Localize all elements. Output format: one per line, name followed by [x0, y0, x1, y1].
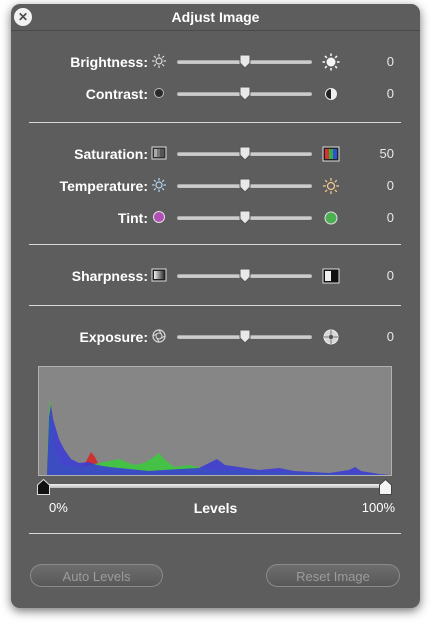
brightness-row: Brightness: 0	[11, 51, 420, 73]
title-bar: ✕ Adjust Image	[11, 4, 420, 31]
exposure-value: 0	[386, 329, 394, 344]
soft-square-icon	[151, 268, 167, 282]
auto-levels-button[interactable]: Auto Levels	[30, 564, 163, 587]
contrast-row: Contrast: 0	[11, 83, 420, 105]
exposure-label: Exposure:	[79, 329, 148, 345]
aperture-closed-icon	[323, 329, 339, 345]
green-circle-icon	[324, 211, 338, 225]
sun-large-icon	[322, 53, 340, 71]
exposure-slider-thumb[interactable]	[239, 329, 251, 344]
tint-row: Tint: 0	[11, 207, 420, 229]
grayscale-swatch-icon	[151, 146, 167, 160]
levels-label: Levels	[193, 500, 238, 516]
aperture-open-icon	[152, 329, 166, 343]
brightness-label: Brightness:	[70, 54, 148, 70]
brightness-slider[interactable]	[177, 54, 312, 69]
saturation-slider[interactable]	[177, 146, 312, 161]
sharpness-slider[interactable]	[177, 268, 312, 283]
levels-max-label: 100%	[361, 500, 395, 515]
levels-histogram	[38, 366, 392, 476]
brightness-slider-thumb[interactable]	[239, 54, 251, 69]
sharpness-label: Sharpness:	[71, 268, 148, 284]
sun-small-icon	[152, 54, 166, 68]
levels-slider[interactable]	[43, 484, 385, 488]
brightness-value: 0	[386, 54, 394, 69]
section-divider	[29, 305, 401, 306]
tint-slider[interactable]	[177, 210, 312, 225]
contrast-slider[interactable]	[177, 86, 312, 101]
levels-white-point-thumb[interactable]	[379, 479, 392, 495]
sharp-square-icon	[322, 268, 340, 284]
temperature-value: 0	[386, 178, 394, 193]
section-divider	[29, 533, 401, 534]
temperature-slider[interactable]	[177, 178, 312, 193]
reset-image-button[interactable]: Reset Image	[266, 564, 400, 587]
exposure-slider[interactable]	[177, 329, 312, 344]
saturation-row: Saturation: 50	[11, 143, 420, 165]
adjust-image-panel: ✕ Adjust Image Brightness: 0 Contrast: 0…	[11, 4, 420, 608]
section-divider	[29, 122, 401, 123]
color-swatch-icon	[322, 146, 340, 162]
window-title: Adjust Image	[171, 9, 260, 25]
contrast-low-icon	[154, 88, 164, 98]
magenta-circle-icon	[153, 211, 165, 223]
sharpness-slider-thumb[interactable]	[239, 268, 251, 283]
tint-label: Tint:	[117, 210, 148, 226]
warm-sun-icon	[323, 178, 339, 194]
sharpness-row: Sharpness: 0	[11, 265, 420, 287]
levels-black-point-thumb[interactable]	[37, 479, 50, 495]
histogram-graph	[47, 397, 391, 475]
tint-value: 0	[386, 210, 394, 225]
saturation-value: 50	[379, 146, 394, 161]
saturation-label: Saturation:	[74, 146, 148, 162]
temperature-row: Temperature: 0	[11, 175, 420, 197]
tint-slider-thumb[interactable]	[239, 210, 251, 225]
temperature-slider-thumb[interactable]	[239, 178, 251, 193]
section-divider	[29, 244, 401, 245]
sharpness-value: 0	[386, 268, 394, 283]
saturation-slider-thumb[interactable]	[239, 146, 251, 161]
exposure-row: Exposure: 0	[11, 326, 420, 348]
contrast-value: 0	[386, 86, 394, 101]
contrast-slider-thumb[interactable]	[239, 86, 251, 101]
contrast-label: Contrast:	[85, 86, 148, 102]
temperature-label: Temperature:	[59, 178, 148, 194]
cool-sun-icon	[152, 178, 166, 192]
contrast-high-icon	[325, 88, 337, 100]
